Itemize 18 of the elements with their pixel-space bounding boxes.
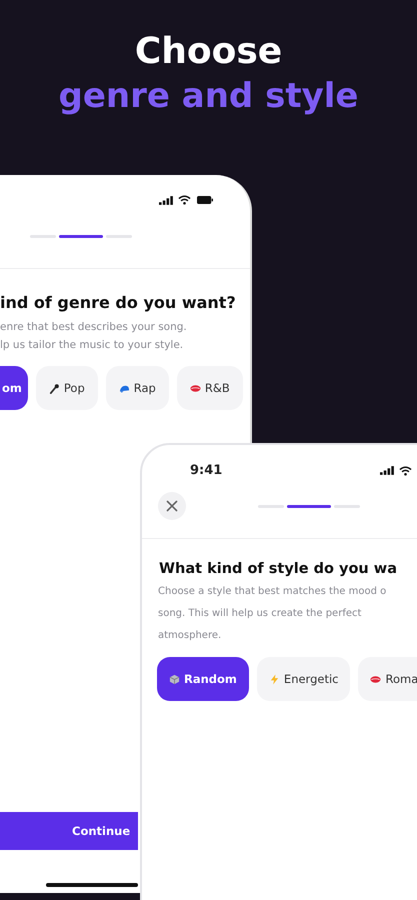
status-time: 9:41: [190, 463, 222, 478]
style-chip[interactable]: Energetic: [256, 657, 350, 701]
style-chip[interactable]: Roma: [358, 657, 417, 701]
style-chip[interactable]: Random: [157, 657, 249, 701]
description-line: enre that best describes your song.: [0, 320, 188, 335]
genre-chip[interactable]: R&B: [176, 366, 243, 410]
question-title: What kind of style do you wa: [159, 561, 398, 577]
genre-chip[interactable]: om: [0, 366, 28, 410]
headline: Choose: [134, 30, 282, 74]
description-line: song. This will help us create the perfect: [158, 607, 362, 621]
description-line: Choose a style that best matches the mood o: [158, 585, 388, 599]
genre-chip[interactable]: Pop: [36, 366, 98, 410]
description-line: atmosphere.: [158, 629, 222, 643]
genre-chip[interactable]: Rap: [106, 366, 169, 410]
question-title: ind of genre do you want?: [0, 293, 237, 312]
headline: genre and style: [58, 75, 358, 118]
description-line: lp us tailor the music to your style.: [0, 338, 184, 353]
continue-button[interactable]: Continue: [0, 812, 138, 850]
